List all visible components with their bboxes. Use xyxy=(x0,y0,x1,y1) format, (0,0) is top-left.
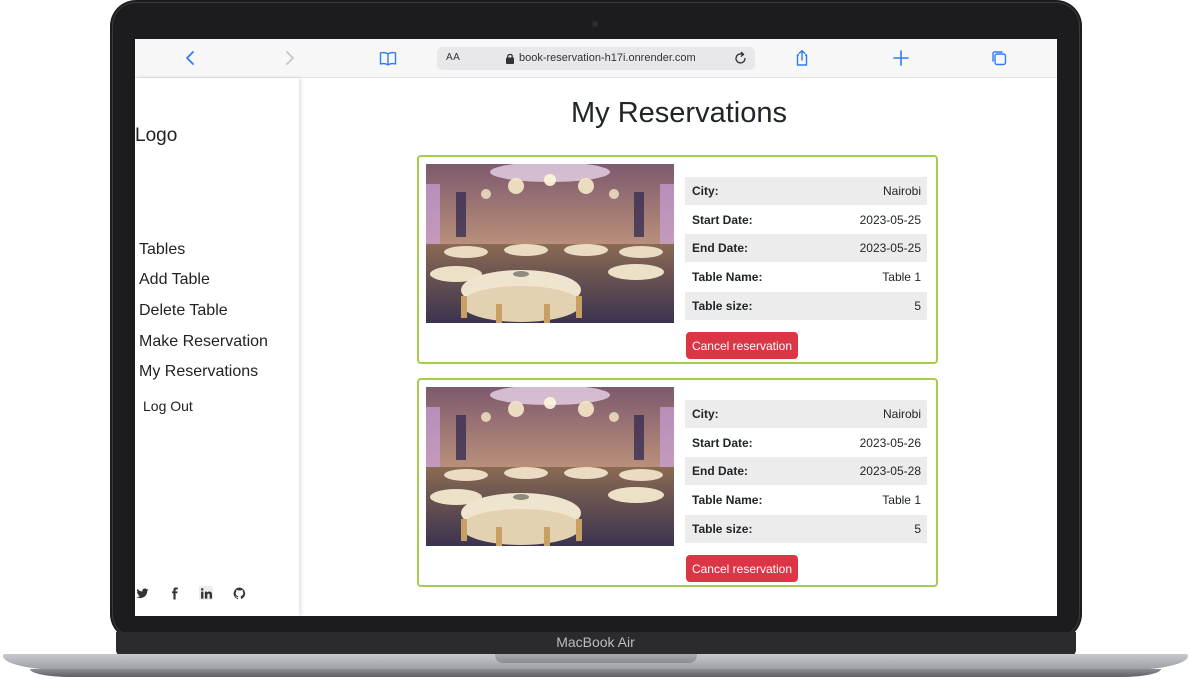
city-value: Nairobi xyxy=(882,184,921,198)
reload-icon[interactable] xyxy=(733,51,748,66)
reservation-card: City: Nairobi Start Date: 2023-05-26 End… xyxy=(417,378,938,587)
detail-row-table-size: Table size: 5 xyxy=(685,292,927,320)
github-icon[interactable] xyxy=(232,586,246,600)
detail-row-table-name: Table Name: Table 1 xyxy=(685,263,927,291)
table-size-value: 5 xyxy=(914,522,921,536)
sidebar: Logo Tables Add Table Delete Table Make … xyxy=(135,78,299,616)
table-name-value: Table 1 xyxy=(882,270,921,284)
laptop-base-foot xyxy=(30,669,1161,677)
detail-row-table-name: Table Name: Table 1 xyxy=(685,486,927,514)
detail-row-end-date: End Date: 2023-05-25 xyxy=(685,234,927,262)
laptop-notch xyxy=(495,654,697,663)
detail-row-table-size: Table size: 5 xyxy=(685,515,927,543)
browser-toolbar: AA book-reservation-h17i.onrender.com xyxy=(135,39,1057,78)
logo[interactable]: Logo xyxy=(135,125,177,147)
table-size-value: 5 xyxy=(914,299,921,313)
reservation-card: City: Nairobi Start Date: 2023-05-25 End… xyxy=(417,155,938,364)
lock-icon xyxy=(506,53,514,64)
end-date-label: End Date: xyxy=(692,241,749,255)
detail-row-end-date: End Date: 2023-05-28 xyxy=(685,457,927,485)
back-icon[interactable] xyxy=(181,48,201,68)
sidebar-item-delete-table[interactable]: Delete Table xyxy=(139,302,228,320)
twitter-icon[interactable] xyxy=(135,586,149,600)
city-label: City: xyxy=(692,407,719,421)
reader-options-button[interactable]: AA xyxy=(446,52,460,63)
new-tab-icon[interactable] xyxy=(891,48,911,68)
start-date-label: Start Date: xyxy=(692,213,753,227)
sidebar-item-tables[interactable]: Tables xyxy=(139,241,185,259)
bookmarks-icon[interactable] xyxy=(378,48,398,68)
detail-row-city: City: Nairobi xyxy=(685,177,927,205)
screen: AA book-reservation-h17i.onrender.com Lo… xyxy=(135,39,1057,616)
end-date-label: End Date: xyxy=(692,464,749,478)
end-date-value: 2023-05-25 xyxy=(859,241,921,255)
table-name-value: Table 1 xyxy=(882,493,921,507)
device-brand-label: MacBook Air xyxy=(556,634,635,650)
page-title: My Reservations xyxy=(571,97,787,129)
table-name-label: Table Name: xyxy=(692,270,763,284)
end-date-value: 2023-05-28 xyxy=(859,464,921,478)
logout-link[interactable]: Log Out xyxy=(143,398,193,414)
cancel-reservation-button[interactable]: Cancel reservation xyxy=(686,555,798,582)
city-value: Nairobi xyxy=(882,407,921,421)
banquet-hall-image xyxy=(426,387,674,546)
facebook-icon[interactable] xyxy=(167,586,181,600)
webcam xyxy=(592,21,598,27)
city-label: City: xyxy=(692,184,719,198)
share-icon[interactable] xyxy=(792,48,812,68)
sidebar-item-add-table[interactable]: Add Table xyxy=(139,271,210,289)
tabs-overview-icon[interactable] xyxy=(989,48,1009,68)
sidebar-item-my-reservations[interactable]: My Reservations xyxy=(139,363,258,381)
address-bar[interactable]: AA book-reservation-h17i.onrender.com xyxy=(437,47,755,70)
detail-row-start-date: Start Date: 2023-05-25 xyxy=(685,206,927,234)
sidebar-item-make-reservation[interactable]: Make Reservation xyxy=(139,333,268,351)
table-size-label: Table size: xyxy=(692,299,753,313)
table-name-label: Table Name: xyxy=(692,493,763,507)
forward-icon[interactable] xyxy=(279,48,299,68)
start-date-value: 2023-05-26 xyxy=(859,436,921,450)
detail-row-city: City: Nairobi xyxy=(685,400,927,428)
banquet-hall-image xyxy=(426,164,674,323)
linkedin-icon[interactable] xyxy=(199,586,213,600)
url-text: book-reservation-h17i.onrender.com xyxy=(519,52,696,64)
detail-row-start-date: Start Date: 2023-05-26 xyxy=(685,429,927,457)
cancel-reservation-button[interactable]: Cancel reservation xyxy=(686,332,798,359)
start-date-value: 2023-05-25 xyxy=(859,213,921,227)
start-date-label: Start Date: xyxy=(692,436,753,450)
table-size-label: Table size: xyxy=(692,522,753,536)
